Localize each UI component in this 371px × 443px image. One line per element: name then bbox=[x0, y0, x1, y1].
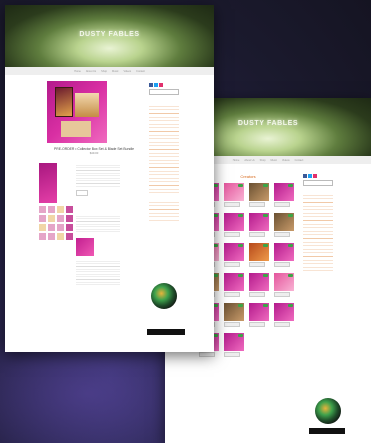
product-image bbox=[224, 183, 244, 201]
nav-item[interactable]: Videos bbox=[282, 159, 290, 162]
product-card[interactable] bbox=[249, 183, 269, 207]
facebook-icon[interactable] bbox=[303, 174, 307, 178]
product-sidebar bbox=[149, 81, 179, 223]
nav-item[interactable]: Home bbox=[74, 70, 81, 73]
product-card[interactable] bbox=[224, 303, 244, 327]
add-to-cart-button[interactable] bbox=[274, 202, 290, 207]
product-card[interactable] bbox=[274, 183, 294, 207]
category-list bbox=[303, 192, 333, 272]
facebook-icon[interactable] bbox=[149, 83, 153, 87]
add-to-cart-button[interactable] bbox=[199, 352, 215, 357]
product-card[interactable] bbox=[224, 213, 244, 237]
add-to-cart-button[interactable] bbox=[274, 262, 290, 267]
quantity-input[interactable] bbox=[76, 190, 88, 196]
add-to-cart-button[interactable] bbox=[274, 232, 290, 237]
add-to-cart-button[interactable] bbox=[224, 232, 240, 237]
product-image bbox=[249, 243, 269, 261]
product-card[interactable] bbox=[224, 183, 244, 207]
add-to-cart-button[interactable] bbox=[249, 322, 265, 327]
product-image bbox=[224, 243, 244, 261]
add-to-cart-button[interactable] bbox=[224, 292, 240, 297]
mascot-image bbox=[315, 398, 341, 424]
social-icons bbox=[303, 174, 333, 178]
product-image bbox=[274, 303, 294, 321]
nav-item[interactable]: Shop bbox=[260, 159, 266, 162]
product-card[interactable] bbox=[249, 273, 269, 297]
product-image bbox=[224, 333, 244, 351]
add-to-cart-button[interactable] bbox=[274, 322, 290, 327]
product-image bbox=[249, 273, 269, 291]
add-to-cart-button[interactable] bbox=[249, 232, 265, 237]
product-image bbox=[274, 243, 294, 261]
category-list bbox=[149, 103, 179, 193]
nav-item[interactable]: Music bbox=[271, 159, 278, 162]
social-icons bbox=[149, 83, 179, 87]
twitter-icon[interactable] bbox=[308, 174, 312, 178]
product-card[interactable] bbox=[249, 243, 269, 267]
product-card[interactable] bbox=[249, 303, 269, 327]
product-main: PRE-ORDER • Collector Box Set & Blade Se… bbox=[39, 81, 149, 285]
product-image bbox=[224, 273, 244, 291]
nav-item[interactable]: About Us bbox=[244, 159, 254, 162]
product-card[interactable] bbox=[224, 333, 244, 357]
add-to-cart-button[interactable] bbox=[249, 292, 265, 297]
product-image bbox=[249, 303, 269, 321]
nav-item[interactable]: Music bbox=[112, 70, 119, 73]
product-card[interactable] bbox=[274, 303, 294, 327]
product-card[interactable] bbox=[274, 213, 294, 237]
add-to-cart-button[interactable] bbox=[249, 262, 265, 267]
screenshot-product-page: DUSTY FABLES Home About Us Shop Music Vi… bbox=[5, 5, 214, 352]
product-card[interactable] bbox=[224, 273, 244, 297]
add-to-cart-button[interactable] bbox=[224, 322, 240, 327]
product-image bbox=[274, 213, 294, 231]
hero-banner: DUSTY FABLES bbox=[5, 5, 214, 67]
product-price: $49.00 bbox=[89, 151, 99, 155]
add-to-cart-button[interactable] bbox=[224, 202, 240, 207]
related-product-image[interactable] bbox=[76, 238, 94, 256]
nav-item[interactable]: Contact bbox=[295, 159, 304, 162]
product-image bbox=[249, 213, 269, 231]
product-description bbox=[76, 163, 120, 187]
add-to-cart-button[interactable] bbox=[224, 262, 240, 267]
product-card[interactable] bbox=[274, 243, 294, 267]
twitter-icon[interactable] bbox=[154, 83, 158, 87]
instagram-icon[interactable] bbox=[313, 174, 317, 178]
product-image bbox=[274, 273, 294, 291]
product-card[interactable] bbox=[249, 213, 269, 237]
nav-item[interactable]: Contact bbox=[136, 70, 145, 73]
add-to-cart-button[interactable] bbox=[249, 202, 265, 207]
product-card[interactable] bbox=[274, 273, 294, 297]
site-logo: DUSTY FABLES bbox=[79, 31, 140, 38]
main-nav: Home About Us Shop Music Videos Contact bbox=[5, 67, 214, 75]
add-to-cart-button[interactable] bbox=[224, 352, 240, 357]
nav-item[interactable]: Shop bbox=[101, 70, 107, 73]
product-hero-image[interactable] bbox=[47, 81, 107, 143]
nav-item[interactable]: Videos bbox=[124, 70, 132, 73]
product-image bbox=[249, 183, 269, 201]
gallery-thumbnails bbox=[39, 206, 73, 240]
instagram-icon[interactable] bbox=[159, 83, 163, 87]
mascot-image bbox=[151, 283, 177, 309]
related-text bbox=[76, 214, 120, 232]
footer-banner bbox=[147, 329, 185, 335]
add-to-cart-button[interactable] bbox=[274, 292, 290, 297]
gallery-main-image[interactable] bbox=[39, 163, 57, 203]
nav-item[interactable]: Home bbox=[233, 159, 240, 162]
related-description bbox=[76, 259, 120, 285]
nav-item[interactable]: About Us bbox=[86, 70, 96, 73]
shop-sidebar bbox=[303, 172, 333, 272]
product-image bbox=[224, 213, 244, 231]
recent-posts bbox=[149, 199, 179, 223]
product-card[interactable] bbox=[224, 243, 244, 267]
product-image bbox=[274, 183, 294, 201]
footer-banner bbox=[309, 428, 345, 434]
product-image bbox=[224, 303, 244, 321]
